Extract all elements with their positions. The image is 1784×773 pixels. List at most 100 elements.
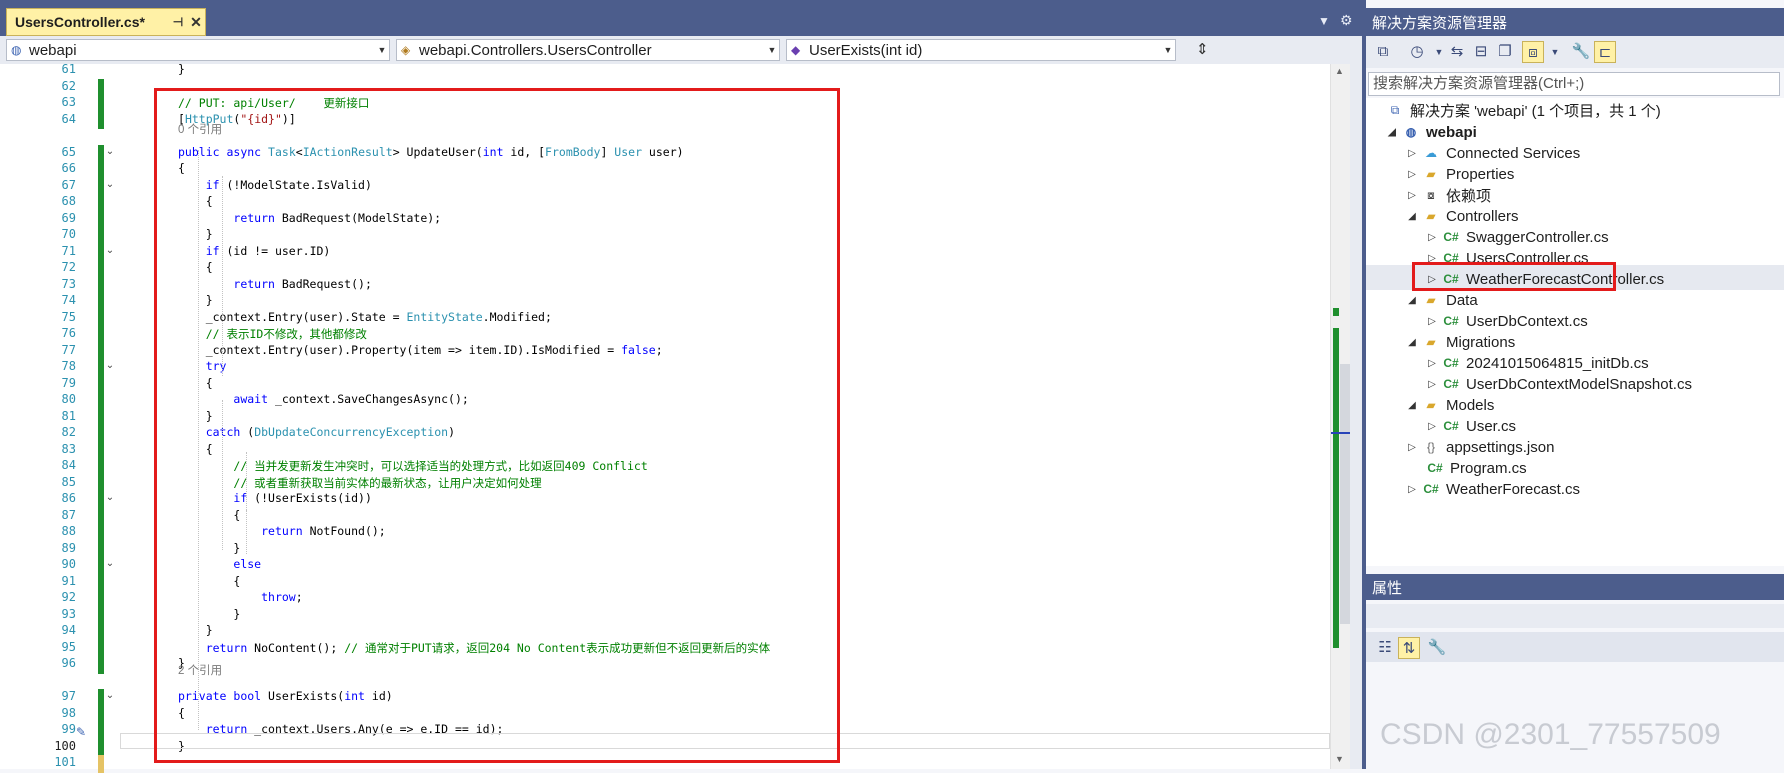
change-indicator — [98, 375, 104, 393]
expanded-icon[interactable]: ◢ — [1404, 211, 1420, 222]
change-indicator — [98, 293, 104, 311]
line-number: 75 — [61, 309, 76, 324]
expanded-icon[interactable]: ◢ — [1404, 337, 1420, 348]
collapsed-icon[interactable]: ▷ — [1404, 190, 1420, 201]
split-editor-icon[interactable]: ⇕ — [1196, 40, 1209, 58]
watermark: CSDN @2301_77557509 — [1380, 718, 1721, 751]
change-indicator — [98, 507, 104, 525]
line-number: 66 — [61, 161, 76, 175]
line-number: 79 — [61, 375, 76, 390]
reference-count[interactable]: 0 个引用 — [178, 121, 222, 137]
change-marker — [1333, 308, 1339, 316]
expanded-icon[interactable]: ◢ — [1404, 400, 1420, 411]
change-indicator — [98, 78, 104, 96]
expanded-icon[interactable]: ◢ — [1404, 295, 1420, 306]
switch-views-icon[interactable]: ⧉ — [1372, 41, 1394, 63]
collapsed-icon[interactable]: ▷ — [1424, 379, 1440, 390]
json-file-icon: {} — [1426, 440, 1435, 454]
change-indicator — [98, 606, 104, 624]
preview-icon[interactable]: ⊏ — [1594, 41, 1616, 63]
collapsed-icon[interactable]: ▷ — [1404, 484, 1420, 495]
filter-icon[interactable]: ⧈ — [1522, 41, 1544, 63]
line-number: 81 — [61, 408, 76, 423]
wrench-icon[interactable]: 🔧 — [1570, 41, 1592, 63]
collapsed-icon[interactable]: ▷ — [1404, 169, 1420, 180]
expanded-icon[interactable]: ◢ — [1384, 127, 1400, 138]
line-number: 88 — [61, 524, 76, 538]
cloud-icon: ☁ — [1425, 146, 1437, 160]
properties-object-combo[interactable] — [1366, 604, 1784, 628]
change-indicator — [98, 326, 104, 344]
csharp-file-icon: C# — [1443, 356, 1459, 370]
change-indicator — [98, 656, 104, 674]
change-indicator — [98, 276, 104, 294]
pin-icon[interactable]: ⊣ — [169, 15, 187, 29]
csharp-file-icon: C# — [1443, 230, 1459, 244]
brush-icon[interactable]: ✎ — [76, 725, 86, 739]
class-combo[interactable]: ◈ webapi.Controllers.UsersController ▼ — [396, 39, 780, 61]
fold-toggle-icon[interactable]: ⌄ — [104, 179, 116, 190]
collapsed-icon[interactable]: ▷ — [1404, 148, 1420, 159]
wrench-icon[interactable]: 🔧 — [1426, 637, 1448, 659]
folder-icon: ▰ — [1426, 209, 1436, 223]
chevron-down-icon[interactable]: ▼ — [1544, 41, 1566, 63]
line-number: 98 — [61, 705, 76, 720]
line-number: 90 — [61, 557, 76, 571]
scroll-up-icon[interactable]: ▲ — [1335, 66, 1344, 76]
change-marker — [1333, 328, 1339, 648]
tree-label: UserDbContext.cs — [1466, 312, 1588, 330]
tab-list-dropdown-icon[interactable]: ▼ — [1318, 14, 1330, 28]
editor-vertical-scrollbar[interactable]: ▲ ▼ — [1330, 64, 1351, 769]
collapsed-icon[interactable]: ▷ — [1424, 421, 1440, 432]
line-number: 99 — [61, 722, 76, 736]
tree-label: 20241015064815_initDb.cs — [1466, 354, 1649, 372]
tree-label: appsettings.json — [1446, 438, 1555, 456]
scroll-thumb[interactable] — [1340, 364, 1350, 624]
line-number: 69 — [61, 210, 76, 225]
collapsed-icon[interactable]: ▷ — [1424, 358, 1440, 369]
tree-label: Connected Services — [1446, 144, 1581, 162]
fold-toggle-icon[interactable]: ⌄ — [104, 492, 116, 503]
change-indicator — [98, 540, 104, 558]
reference-count[interactable]: 2 个引用 — [178, 662, 222, 678]
alphabetical-icon[interactable]: ⇅ — [1398, 637, 1420, 659]
collapsed-icon[interactable]: ▷ — [1424, 232, 1440, 243]
tab-users-controller[interactable]: UsersController.cs* ⊣ ✕ — [6, 8, 206, 36]
categorized-icon[interactable]: ☷ — [1374, 637, 1396, 659]
fold-toggle-icon[interactable]: ⌄ — [104, 245, 116, 256]
tree-file-weather-forecast[interactable]: ▷ C# WeatherForecast.cs — [1404, 477, 1580, 501]
line-number: 93 — [61, 606, 76, 621]
member-combo[interactable]: ◆ UserExists(int id) ▼ — [786, 39, 1176, 61]
gear-icon[interactable]: ⚙ — [1340, 12, 1353, 29]
fold-toggle-icon[interactable]: ⌄ — [104, 558, 116, 569]
fold-toggle-icon[interactable]: ⌄ — [104, 146, 116, 157]
highlight-box-code — [154, 88, 840, 763]
scroll-down-icon[interactable]: ▼ — [1335, 754, 1344, 764]
solution-explorer-search-input[interactable]: 搜索解决方案资源管理器(Ctrl+;) — [1368, 72, 1780, 96]
code-line: } — [178, 62, 185, 76]
folder-icon: ▰ — [1426, 398, 1436, 412]
collapse-all-icon[interactable]: ⊟ — [1470, 41, 1492, 63]
tree-solution[interactable]: ⧉ 解决方案 'webapi' (1 个项目，共 1 个) — [1384, 98, 1661, 122]
collapsed-icon[interactable]: ▷ — [1424, 316, 1440, 327]
change-indicator — [98, 590, 104, 608]
change-indicator — [98, 260, 104, 278]
project-combo[interactable]: ◍ webapi ▼ — [6, 39, 390, 61]
change-indicator — [98, 639, 104, 657]
line-number: 78 — [61, 359, 76, 373]
collapsed-icon[interactable]: ▷ — [1404, 442, 1420, 453]
member-combo-label: UserExists(int id) — [809, 41, 923, 59]
history-icon[interactable]: ◷ — [1406, 41, 1428, 63]
line-number: 84 — [61, 458, 76, 472]
line-number: 86 — [61, 491, 76, 505]
line-number: 91 — [61, 573, 76, 588]
sync-icon[interactable]: ⇆ — [1446, 41, 1468, 63]
line-number: 87 — [61, 507, 76, 522]
globe-icon: ◍ — [1405, 125, 1417, 139]
fold-toggle-icon[interactable]: ⌄ — [104, 360, 116, 371]
show-all-files-icon[interactable]: ❐ — [1494, 41, 1516, 63]
close-icon[interactable]: ✕ — [187, 14, 205, 31]
tree-label: Properties — [1446, 165, 1515, 183]
fold-toggle-icon[interactable]: ⌄ — [104, 690, 116, 701]
tree-label: Program.cs — [1450, 459, 1527, 477]
